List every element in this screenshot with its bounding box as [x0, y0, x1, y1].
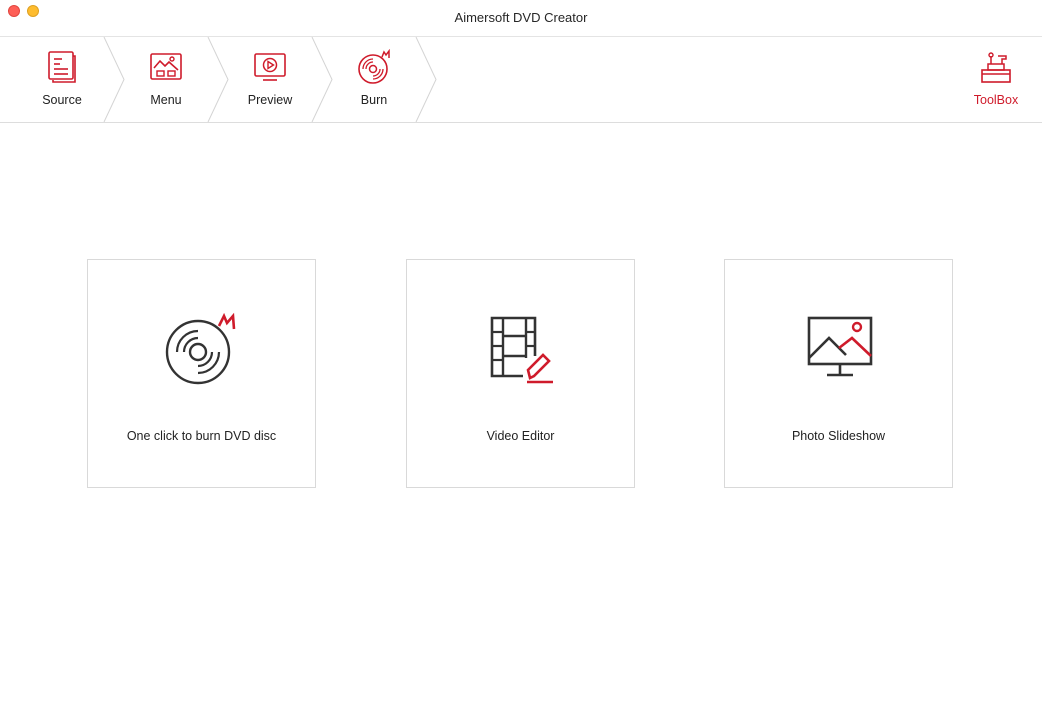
menu-template-icon: [148, 49, 184, 85]
burn-dvd-card-label: One click to burn DVD disc: [88, 429, 315, 443]
step-toolbar: Source Menu Preview: [0, 37, 1042, 123]
video-editor-card[interactable]: Video Editor: [406, 259, 635, 488]
photo-monitor-icon: [801, 312, 877, 388]
window-title: Aimersoft DVD Creator: [0, 10, 1042, 25]
toolbox-icon: [978, 50, 1014, 86]
tab-burn-label: Burn: [322, 93, 426, 107]
toolbox-label: ToolBox: [960, 93, 1032, 107]
video-editor-card-label: Video Editor: [407, 429, 634, 443]
title-bar: Aimersoft DVD Creator: [0, 0, 1042, 37]
tab-burn[interactable]: Burn: [322, 37, 426, 122]
tab-source[interactable]: Source: [10, 37, 114, 122]
tab-preview-label: Preview: [218, 93, 322, 107]
tab-source-label: Source: [10, 93, 114, 107]
toolbox-button[interactable]: ToolBox: [960, 37, 1032, 122]
tab-menu[interactable]: Menu: [114, 37, 218, 122]
photo-slideshow-card[interactable]: Photo Slideshow: [724, 259, 953, 488]
preview-play-icon: [252, 49, 288, 85]
film-edit-icon: [483, 312, 559, 388]
burn-disc-icon: [164, 312, 240, 388]
photo-slideshow-card-label: Photo Slideshow: [725, 429, 952, 443]
tab-preview[interactable]: Preview: [218, 37, 322, 122]
tab-menu-label: Menu: [114, 93, 218, 107]
document-icon: [44, 49, 80, 85]
burn-disc-icon: [356, 49, 392, 85]
burn-dvd-card[interactable]: One click to burn DVD disc: [87, 259, 316, 488]
